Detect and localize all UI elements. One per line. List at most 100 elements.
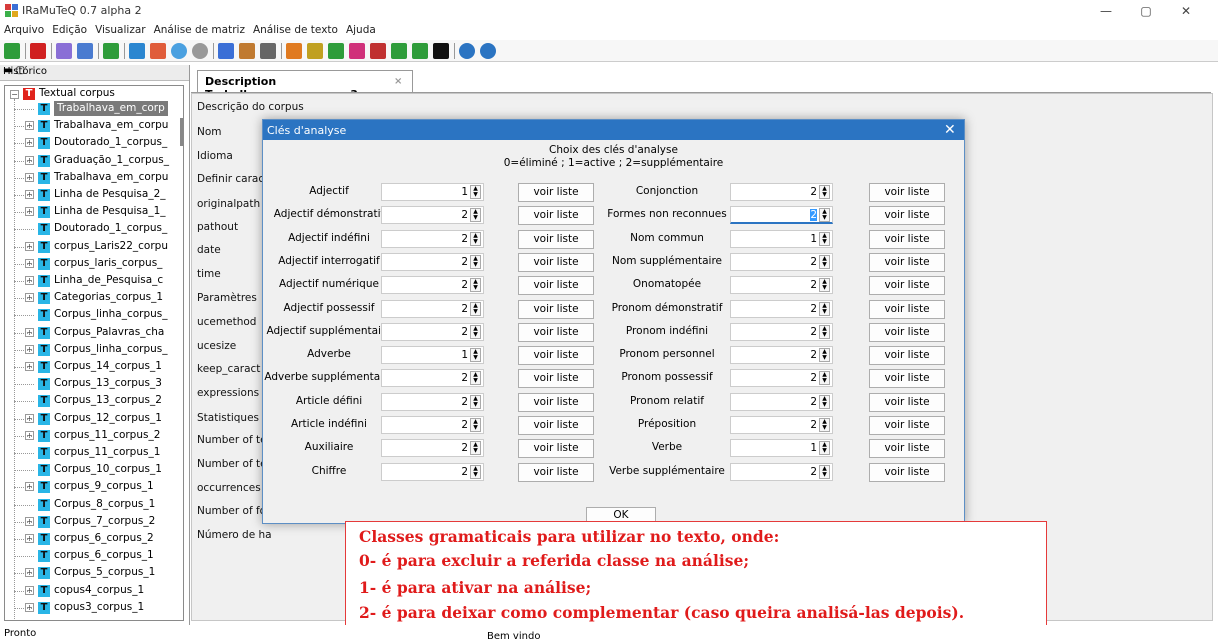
stepper-arrows-icon[interactable]: ▲ ▼ [470, 208, 481, 223]
stepper-arrows-icon[interactable]: ▲ ▼ [819, 464, 830, 479]
tree-item[interactable]: T Linha de Pesquisa_2_ [38, 187, 183, 202]
stepper-value[interactable]: 2 [461, 256, 468, 268]
palette-icon[interactable] [150, 43, 166, 59]
info-icon[interactable] [459, 43, 475, 59]
view-list-button[interactable]: voir liste [518, 299, 594, 319]
value-stepper[interactable]: 2 ▲ ▼ [730, 392, 833, 411]
stepper-arrows-icon[interactable]: ▲ ▼ [819, 254, 830, 269]
grid-icon[interactable] [4, 43, 20, 59]
view-list-button[interactable]: voir liste [518, 252, 594, 272]
tree-root[interactable]: T Textual corpus [23, 86, 183, 101]
stepper-value[interactable]: 2 [810, 279, 817, 291]
tree-item[interactable]: Tcorpus_11_corpus_2 [38, 428, 183, 443]
value-stepper[interactable]: 2 ▲ ▼ [730, 276, 833, 295]
help-icon[interactable] [480, 43, 496, 59]
stepper-arrows-icon[interactable]: ▲ ▼ [470, 278, 481, 293]
network-icon[interactable] [56, 43, 72, 59]
value-stepper[interactable]: 2 ▲ ▼ [730, 346, 833, 365]
view-list-button[interactable]: voir liste [869, 276, 945, 296]
stepper-arrows-icon[interactable]: ▲ ▼ [819, 441, 830, 456]
view-list-button[interactable]: voir liste [518, 392, 594, 412]
tree-item[interactable]: T Corpus_13_corpus_2 [38, 393, 183, 408]
tab-close-icon[interactable]: × [394, 76, 402, 87]
plus-icon[interactable] [307, 43, 323, 59]
value-stepper[interactable]: 1 ▲ ▼ [381, 183, 484, 201]
tree-item[interactable]: Tcopus3_corpus_1 [38, 600, 183, 615]
stepper-arrows-icon[interactable]: ▲ ▼ [470, 348, 481, 363]
stepper-arrows-icon[interactable]: ▲ ▼ [470, 371, 481, 386]
stepper-value[interactable]: 2 [461, 233, 468, 245]
view-list-button[interactable]: voir liste [518, 322, 594, 342]
stepper-value[interactable]: 2 [461, 396, 468, 408]
tree-item[interactable]: Tcorpus_Laris22_corpu [38, 239, 183, 254]
value-stepper[interactable]: 2 ▲ ▼ [381, 299, 484, 318]
tree-item[interactable]: T Corpus_8_corpus_1 [38, 497, 183, 512]
value-stepper[interactable]: 2 ▲ ▼ [730, 322, 833, 341]
circle-gray-icon[interactable] [192, 43, 208, 59]
stepper-arrows-icon[interactable]: ▲ ▼ [819, 231, 830, 246]
stepper-arrows-icon[interactable]: ▲ ▼ [470, 324, 481, 339]
tree-item[interactable]: T Corpus_Palavras_cha [38, 325, 183, 340]
value-stepper[interactable]: 2 ▲ ▼ [381, 322, 484, 341]
home-icon[interactable] [239, 43, 255, 59]
stepper-arrows-icon[interactable]: ▲ ▼ [819, 324, 830, 339]
value-stepper[interactable]: 1 ▲ ▼ [381, 346, 484, 365]
stepper-value[interactable]: 2 [461, 279, 468, 291]
stepper-value[interactable]: 2 [810, 396, 817, 408]
value-stepper[interactable]: 2 ▲ ▼ [730, 299, 833, 318]
view-list-button[interactable]: voir liste [869, 369, 945, 389]
stepper-arrows-icon[interactable]: ▲ ▼ [819, 371, 830, 386]
stepper-arrows-icon[interactable]: ▲ ▼ [470, 464, 481, 479]
tree-item[interactable]: Tcorpus_6_corpus_1 [38, 548, 183, 563]
stepper-arrows-icon[interactable]: ▲ ▼ [470, 301, 481, 316]
stepper-arrows-icon[interactable]: ▲ ▼ [819, 185, 830, 199]
view-list-button[interactable]: voir liste [869, 416, 945, 435]
value-stepper[interactable]: 2 ▲ ▼ [381, 462, 484, 481]
cluster-icon[interactable] [349, 43, 365, 59]
menu-item[interactable]: Ajuda [342, 22, 380, 38]
value-stepper[interactable]: 2 ▲ ▼ [730, 369, 833, 388]
stepper-value[interactable]: 2 [461, 372, 468, 384]
menu-item[interactable]: Análise de matriz [150, 22, 249, 38]
value-stepper[interactable]: 2 ▲ ▼ [381, 369, 484, 388]
close-window-button[interactable]: ✕ [1166, 1, 1206, 21]
menu-item[interactable]: Arquivo [0, 22, 48, 38]
value-stepper[interactable]: 2 ▲ ▼ [381, 229, 484, 248]
chart-icon[interactable] [286, 43, 302, 59]
view-list-button[interactable]: voir liste [518, 369, 594, 389]
stepper-arrows-icon[interactable]: ▲ ▼ [470, 418, 481, 432]
tree-item[interactable]: T Doutorado_1_corpus_ [38, 135, 183, 150]
stepper-value[interactable]: 2 [461, 466, 468, 478]
dialog-close-icon[interactable]: ✕ [944, 122, 956, 138]
red-square-icon[interactable] [30, 43, 46, 59]
view-list-button[interactable]: voir liste [869, 229, 945, 249]
stepper-arrows-icon[interactable]: ▲ ▼ [470, 254, 481, 269]
sidebar-pin-icon[interactable]: ▬ ▢ [3, 65, 184, 76]
stepper-value[interactable]: 2 [810, 466, 817, 478]
tree-item[interactable]: Tcopus4_corpus_1 [38, 583, 183, 598]
tree-item[interactable]: T Trabalhava_em_corp [38, 101, 183, 116]
value-stepper[interactable]: 2 ▲ ▼ [730, 416, 833, 434]
view-list-button[interactable]: voir liste [869, 183, 945, 202]
menu-item[interactable]: Edição [48, 22, 91, 38]
tree-item[interactable]: T Corpus_linha_corpus_ [38, 342, 183, 357]
stepper-value[interactable]: 2 [810, 419, 817, 431]
stepper-value[interactable]: 2 [461, 326, 468, 338]
stepper-value[interactable]: 2 [810, 303, 817, 315]
tree-item[interactable]: T Graduação_1_corpus_ [38, 153, 183, 168]
maximize-button[interactable]: ▢ [1126, 1, 1166, 21]
menu-item[interactable]: Visualizar [91, 22, 150, 38]
stepper-arrows-icon[interactable]: ▲ ▼ [470, 185, 481, 199]
document-icon[interactable] [260, 43, 276, 59]
stepper-value[interactable]: 2 [810, 326, 817, 338]
stepper-value[interactable]: 1 [461, 186, 468, 198]
asterisk-icon[interactable] [433, 43, 449, 59]
stepper-arrows-icon[interactable]: ▲ ▼ [819, 418, 830, 432]
value-stepper[interactable]: 2 ▲ ▼ [381, 206, 484, 225]
view-list-button[interactable]: voir liste [869, 299, 945, 319]
stepper-value[interactable]: 2 [810, 256, 817, 268]
stepper-value[interactable]: 2 [461, 442, 468, 454]
view-list-button[interactable]: voir liste [518, 416, 594, 435]
stepper-value[interactable]: 2 [461, 209, 468, 221]
tree-item[interactable]: Tcorpus_laris_corpus_ [38, 256, 183, 271]
